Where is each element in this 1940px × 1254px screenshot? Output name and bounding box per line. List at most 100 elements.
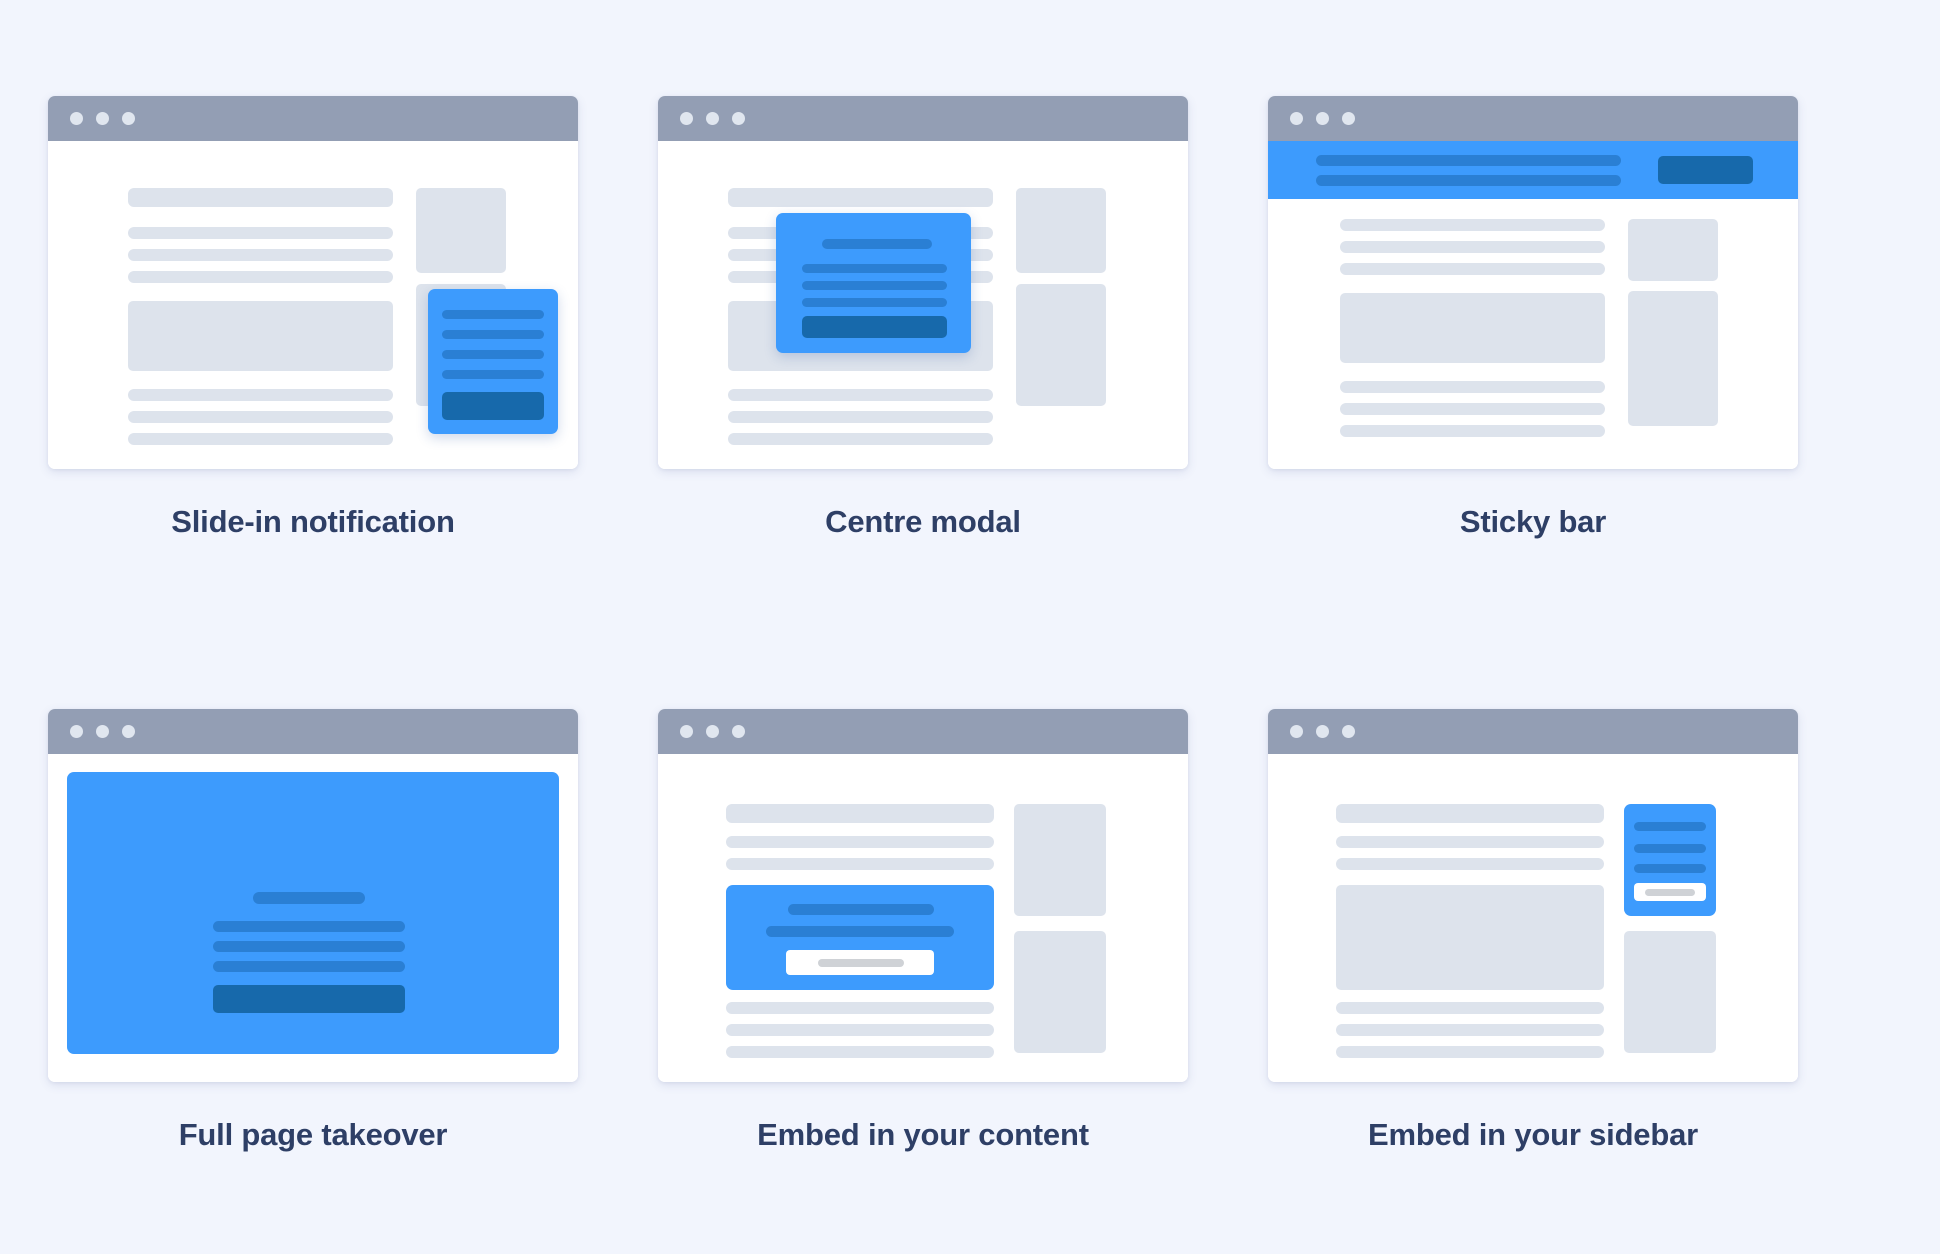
card-caption: Full page takeover (178, 1117, 448, 1152)
skeleton-sidebar-block-top (416, 188, 506, 273)
widget-line (442, 350, 544, 359)
embedded-content-widget[interactable] (726, 885, 994, 990)
skeleton-line (726, 1002, 994, 1014)
browser-mockup (658, 96, 1188, 469)
window-dot-icon (70, 112, 83, 125)
page-viewport (1268, 141, 1798, 469)
card-caption: Slide-in notification (171, 504, 455, 539)
skeleton-heading (726, 804, 994, 823)
skeleton-sidebar-block-bottom (1016, 284, 1106, 406)
modal-line (802, 281, 947, 290)
page-viewport (658, 141, 1188, 469)
takeover-cta-button[interactable] (213, 985, 405, 1013)
embed-input-field[interactable] (786, 950, 934, 975)
skeleton-line (726, 836, 994, 848)
browser-mockup (48, 709, 578, 1082)
skeleton-heading (728, 188, 993, 207)
card-caption: Embed in your content (757, 1117, 1089, 1152)
skeleton-line (1336, 1046, 1604, 1058)
browser-titlebar (1268, 96, 1798, 141)
placement-card-full-page-takeover[interactable]: Full page takeover (48, 709, 578, 1254)
browser-mockup (48, 96, 578, 469)
window-dot-icon (1342, 725, 1355, 738)
browser-titlebar (1268, 709, 1798, 754)
skeleton-sidebar-block-bottom (1628, 291, 1718, 426)
browser-titlebar (48, 709, 578, 754)
skeleton-line (128, 271, 393, 283)
slide-in-notification-widget[interactable] (428, 289, 558, 434)
skeleton-heading (1336, 804, 1604, 823)
placement-card-centre-modal[interactable]: Centre modal (658, 96, 1188, 641)
takeover-title-line (253, 892, 365, 904)
skeleton-line (1340, 241, 1605, 253)
window-dot-icon (122, 112, 135, 125)
skeleton-line (1336, 836, 1604, 848)
window-dot-icon (680, 112, 693, 125)
skeleton-line (1336, 1024, 1604, 1036)
skeleton-line (1340, 425, 1605, 437)
full-page-takeover-widget[interactable] (67, 772, 559, 1054)
centre-modal-widget[interactable] (776, 213, 971, 353)
browser-titlebar (658, 96, 1188, 141)
window-dot-icon (706, 725, 719, 738)
widget-cta-button[interactable] (442, 392, 544, 420)
skeleton-line (726, 1024, 994, 1036)
skeleton-image-block (1340, 293, 1605, 363)
skeleton-sidebar-block-top (1016, 188, 1106, 273)
window-dot-icon (1316, 725, 1329, 738)
skeleton-line (1340, 263, 1605, 275)
browser-mockup (1268, 96, 1798, 469)
skeleton-line (728, 411, 993, 423)
page-viewport (658, 754, 1188, 1082)
placement-card-embed-in-your-sidebar[interactable]: Embed in your sidebar (1268, 709, 1798, 1254)
sidebar-embed-widget[interactable] (1624, 804, 1716, 916)
placement-card-sticky-bar[interactable]: Sticky bar (1268, 96, 1798, 641)
sticky-bar-cta-button[interactable] (1658, 156, 1753, 184)
browser-mockup (1268, 709, 1798, 1082)
skeleton-line (128, 389, 393, 401)
widget-line (442, 370, 544, 379)
page-viewport (1268, 754, 1798, 1082)
skeleton-sidebar-block-top (1014, 804, 1106, 916)
browser-mockup (658, 709, 1188, 1082)
window-dot-icon (680, 725, 693, 738)
sticky-bar-line (1316, 155, 1621, 166)
skeleton-line (1340, 381, 1605, 393)
widget-line (442, 310, 544, 319)
window-dot-icon (122, 725, 135, 738)
sticky-bar-widget[interactable] (1268, 141, 1798, 199)
skeleton-line (1336, 858, 1604, 870)
takeover-line (213, 961, 405, 972)
skeleton-image-block (128, 301, 393, 371)
modal-line (802, 298, 947, 307)
modal-cta-button[interactable] (802, 316, 947, 338)
sidebar-embed-line (1634, 864, 1706, 873)
skeleton-line (128, 227, 393, 239)
skeleton-image-block (1336, 885, 1604, 990)
skeleton-line (728, 389, 993, 401)
embed-line (766, 926, 954, 937)
page-viewport (48, 754, 578, 1082)
skeleton-sidebar-block-top (1628, 219, 1718, 281)
skeleton-sidebar-block-bottom (1014, 931, 1106, 1053)
card-caption: Centre modal (825, 504, 1021, 539)
modal-line (802, 264, 947, 273)
embed-input-placeholder (818, 959, 904, 967)
placement-card-slide-in-notification[interactable]: Slide-in notification (48, 96, 578, 641)
modal-title-line (822, 239, 932, 249)
card-caption: Sticky bar (1459, 504, 1607, 539)
skeleton-line (1336, 1002, 1604, 1014)
skeleton-sidebar-block-bottom (1624, 931, 1716, 1053)
takeover-line (213, 941, 405, 952)
window-dot-icon (96, 725, 109, 738)
skeleton-line (1340, 403, 1605, 415)
skeleton-line (128, 433, 393, 445)
skeleton-line (128, 411, 393, 423)
window-dot-icon (706, 112, 719, 125)
sidebar-embed-input-field[interactable] (1634, 883, 1706, 901)
skeleton-line (726, 1046, 994, 1058)
skeleton-line (728, 433, 993, 445)
window-dot-icon (732, 112, 745, 125)
widget-line (442, 330, 544, 339)
placement-card-embed-in-your-content[interactable]: Embed in your content (658, 709, 1188, 1254)
